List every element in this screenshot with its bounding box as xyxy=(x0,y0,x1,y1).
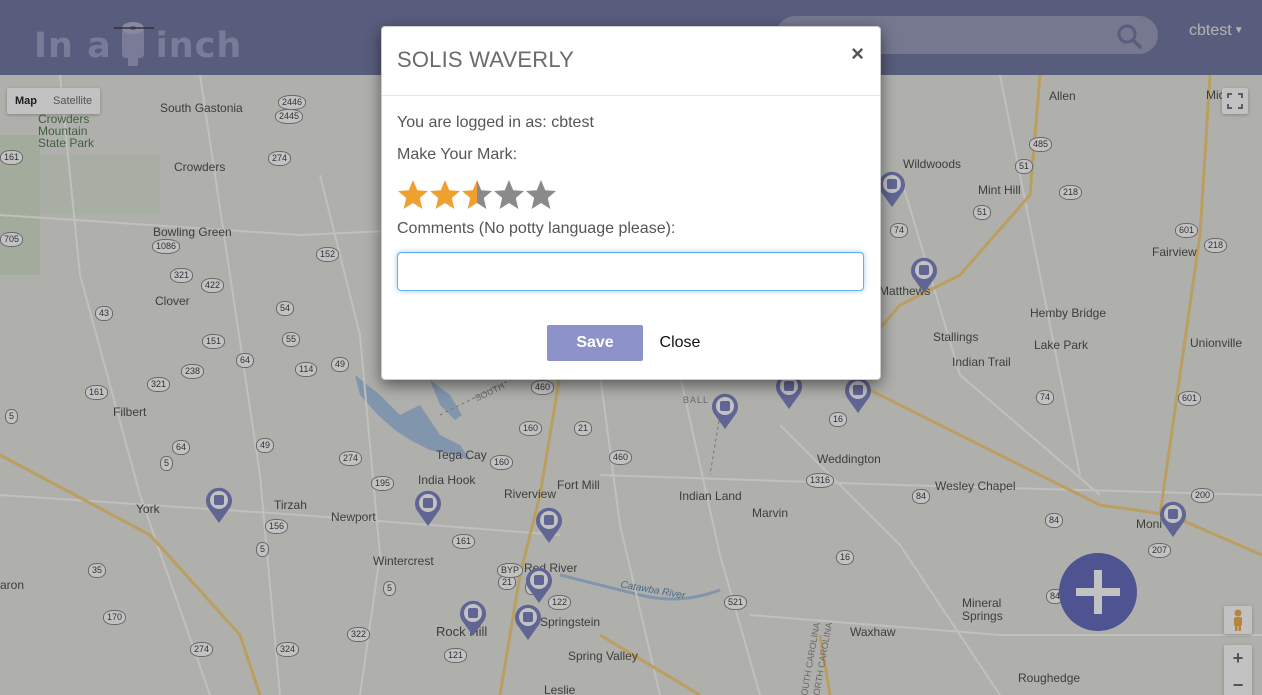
modal-body: You are logged in as: cbtest Make Your M… xyxy=(382,96,880,291)
star-icon[interactable] xyxy=(397,178,429,212)
comments-input[interactable] xyxy=(397,252,864,291)
star-icon[interactable] xyxy=(461,178,493,212)
rating-modal: SOLIS WAVERLY × You are logged in as: cb… xyxy=(381,26,881,380)
modal-title: SOLIS WAVERLY xyxy=(397,47,575,72)
star-icon[interactable] xyxy=(493,178,525,212)
star-rating[interactable] xyxy=(397,178,865,218)
star-icon[interactable] xyxy=(525,178,557,212)
comments-label: Comments (No potty language please): xyxy=(397,220,676,237)
modal-footer: Save Close xyxy=(382,325,880,361)
close-icon[interactable]: × xyxy=(851,41,864,67)
logged-in-text: You are logged in as: cbtest xyxy=(397,114,594,131)
rating-label: Make Your Mark: xyxy=(397,146,518,163)
close-button[interactable]: Close xyxy=(652,325,708,361)
star-icon[interactable] xyxy=(429,178,461,212)
modal-header: SOLIS WAVERLY × xyxy=(382,27,880,96)
save-button[interactable]: Save xyxy=(547,325,643,361)
